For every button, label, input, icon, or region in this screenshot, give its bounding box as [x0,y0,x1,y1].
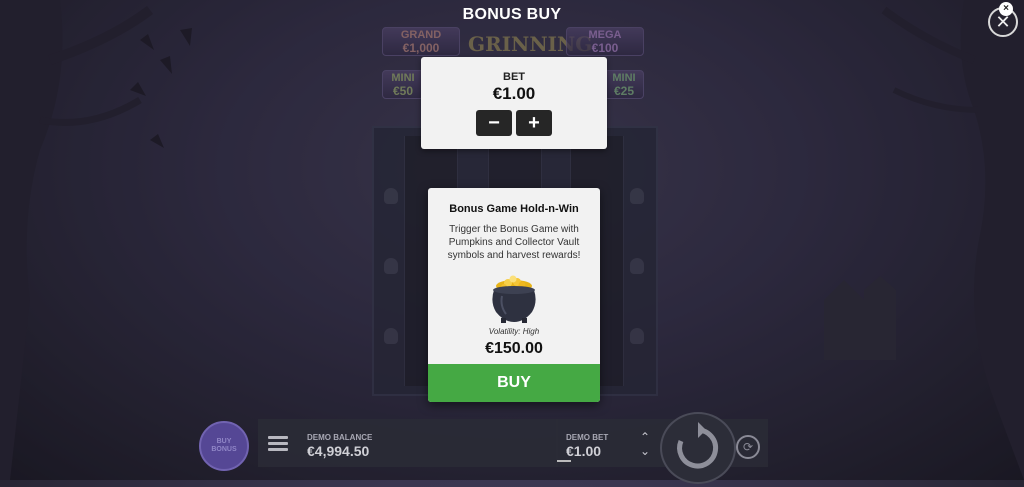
bonus-card: Bonus Game Hold-n-Win Trigger the Bonus … [428,188,600,402]
spin-icon [677,422,719,469]
bonus-card-description: Trigger the Bonus Game with Pumpkins and… [447,224,581,261]
pot-of-gold-icon [428,272,600,324]
buy-bonus-label: BUY [216,438,232,445]
bet-arrows[interactable]: ⌃ ⌄ [636,430,654,462]
chevron-down-icon[interactable]: ⌄ [636,444,654,458]
volatility-text: Volatility: High [488,327,540,336]
bet-panel: BET €1.00 − + [421,57,607,149]
demo-bet-value: €1.00 [566,443,602,459]
spin-button[interactable] [660,412,736,484]
bet-value: €1.00 [492,84,536,103]
demo-balance-value: €4,994.50 [307,443,370,459]
increase-bet-button[interactable]: + [516,110,552,136]
bet-underline [557,460,571,462]
demo-bet-label: DEMO BET [566,433,609,442]
buy-bonus-label: BONUS [211,446,237,453]
demo-balance-label: DEMO BALANCE [307,433,373,442]
bet-label: BET [503,71,525,83]
bonus-price: €150.00 [485,340,543,357]
menu-icon[interactable] [268,436,288,452]
balance-bar [258,419,558,467]
page-title: BONUS BUY [462,6,562,23]
bonus-card-title: Bonus Game Hold-n-Win [449,203,579,215]
bet-stepper: − + [421,110,607,136]
autoplay-icon: ⟳ [742,440,754,454]
chevron-up-icon[interactable]: ⌃ [636,430,654,444]
buy-button[interactable]: BUY [428,364,600,402]
autoplay-button[interactable]: ⟳ [736,435,760,459]
close-badge-icon[interactable]: × [999,2,1013,16]
minus-icon: − [488,111,500,134]
buy-bonus-button[interactable]: BUY BONUS [199,421,249,471]
decrease-bet-button[interactable]: − [476,110,512,136]
plus-icon: + [528,111,540,134]
